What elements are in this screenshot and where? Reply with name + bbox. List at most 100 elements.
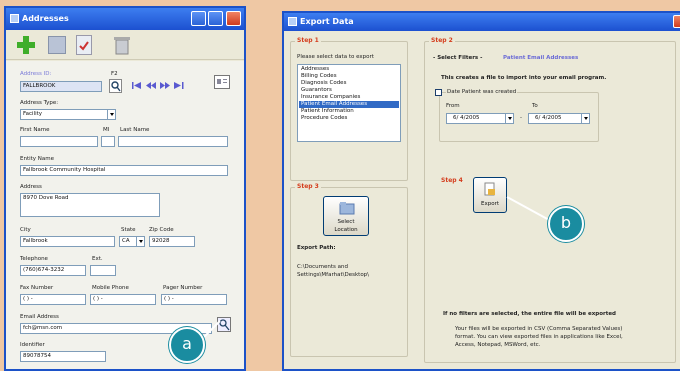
list-item[interactable]: Billing Codes (299, 73, 399, 80)
list-item-selected[interactable]: Patient Email Addresses (299, 101, 399, 108)
identifier-input[interactable]: 89078754 (20, 351, 106, 362)
to-label: To (532, 103, 538, 109)
export-button[interactable]: Export (473, 177, 507, 213)
city-input[interactable]: Fallbrook (20, 236, 115, 247)
callout-b-label: b (560, 213, 572, 232)
previous-record-icon[interactable] (146, 81, 156, 90)
entity-name-label: Entity Name (20, 156, 55, 162)
address-id-input[interactable]: FALLBROOK (20, 81, 102, 92)
fax-number-input[interactable]: ( ) - (20, 294, 86, 305)
filter-name: Patient Email Addresses (503, 55, 579, 61)
filters-label: - Select Filters - (433, 55, 483, 61)
last-record-icon[interactable] (174, 81, 184, 90)
chevron-down-icon[interactable] (136, 237, 144, 246)
to-date-value: 6/ 4/2005 (535, 115, 562, 121)
maximize-button[interactable] (208, 11, 223, 26)
callout-a: a (169, 327, 205, 363)
first-name-input[interactable] (20, 136, 98, 147)
edit-icon[interactable] (76, 35, 92, 55)
step1-group: Step 1 Please select data to export Addr… (290, 37, 408, 181)
telephone-label: Telephone (20, 256, 48, 262)
address-id-label: Address ID: (20, 71, 52, 77)
filter-description: This creates a file to import into your … (441, 75, 607, 81)
last-name-input[interactable] (118, 136, 228, 147)
step3-group: Step 3 Select Location Export Path: C:\D… (290, 183, 408, 357)
export-path-line1: C:\Documents and (297, 264, 349, 270)
window-icon (288, 17, 297, 26)
list-item[interactable]: Patient Information (299, 108, 399, 115)
save-icon[interactable] (48, 36, 66, 54)
step3-title: Step 3 (295, 183, 321, 190)
address-type-label: Address Type: (20, 100, 59, 106)
toolbar (6, 30, 244, 60)
last-name-label: Last Name (120, 127, 150, 133)
to-date-picker[interactable]: 6/ 4/2005 (528, 113, 590, 124)
step1-prompt: Please select data to export (297, 54, 374, 60)
address-type-select[interactable]: Facility (20, 109, 116, 120)
zip-code-label: Zip Code (149, 227, 174, 233)
state-label: State (121, 227, 136, 233)
select-label: Select (337, 219, 355, 225)
add-icon[interactable] (16, 35, 36, 55)
mi-label: MI (103, 127, 110, 133)
date-group-label: Date Patient was created (446, 89, 518, 95)
city-label: City (20, 227, 31, 233)
export-path-line2: Settings\Mfarhat\Desktop\ (297, 272, 370, 278)
list-item[interactable]: Guarantors (299, 87, 399, 94)
from-date-value: 6/ 4/2005 (453, 115, 480, 121)
step4-title: Step 4 (441, 177, 463, 184)
csv-note-line2: format. You can view exported files in a… (455, 334, 623, 340)
callout-b: b (548, 206, 584, 242)
pager-number-input[interactable]: ( ) - (161, 294, 227, 305)
identifier-label: Identifier (20, 342, 45, 348)
chevron-down-icon[interactable] (107, 110, 115, 119)
lookup-icon[interactable] (109, 79, 122, 93)
chevron-down-icon[interactable] (581, 114, 589, 123)
entity-name-input[interactable]: Fallbrook Community Hospital (20, 165, 228, 176)
folder-icon (339, 201, 355, 215)
minimize-button[interactable] (191, 11, 206, 26)
select-location-button[interactable]: Select Location (323, 196, 369, 236)
telephone-input[interactable]: (760)674-3232 (20, 265, 86, 276)
callout-a-label: a (182, 334, 192, 353)
close-button[interactable] (226, 11, 241, 26)
step2-title: Step 2 (429, 37, 455, 44)
date-filter-checkbox[interactable] (435, 89, 442, 96)
mobile-phone-input[interactable]: ( ) - (90, 294, 156, 305)
f2-label: F2 (111, 71, 118, 77)
address-label: Address (20, 184, 42, 190)
export-path-label: Export Path: (297, 245, 336, 251)
list-item[interactable]: Addresses (299, 66, 399, 73)
zip-code-input[interactable]: 92028 (149, 236, 195, 247)
no-filter-note: If no filters are selected, the entire f… (443, 311, 616, 317)
fax-number-label: Fax Number (20, 285, 54, 291)
address-input[interactable]: 8970 Dove Road (20, 193, 160, 217)
step1-title: Step 1 (295, 37, 321, 44)
state-select[interactable]: CA (119, 236, 145, 247)
close-button[interactable] (673, 15, 680, 28)
data-type-list[interactable]: Addresses Billing Codes Diagnosis Codes … (297, 64, 401, 142)
list-item[interactable]: Insurance Companies (299, 94, 399, 101)
contact-card-icon[interactable] (214, 75, 230, 89)
list-item[interactable]: Procedure Codes (299, 115, 399, 122)
export-file-icon (484, 182, 496, 196)
window-title: Export Data (300, 17, 354, 26)
date-range-dash: - (520, 115, 522, 121)
date-filter-group: Date Patient was created From To 6/ 4/20… (435, 89, 599, 142)
next-record-icon[interactable] (160, 81, 170, 90)
addresses-window: Addresses Address ID: F2 FALLBROOK Addre… (4, 6, 246, 371)
address-type-value: Facility (23, 111, 43, 117)
delete-icon[interactable] (112, 34, 132, 56)
ext-input[interactable] (90, 265, 116, 276)
pager-number-label: Pager Number (163, 285, 203, 291)
ext-label: Ext. (92, 256, 103, 262)
first-name-label: First Name (20, 127, 50, 133)
title-bar: Addresses (6, 8, 244, 30)
first-record-icon[interactable] (132, 81, 142, 90)
list-item[interactable]: Diagnosis Codes (299, 80, 399, 87)
mi-input[interactable] (101, 136, 115, 147)
csv-note-line1: Your files will be exported in CSV (Comm… (455, 326, 623, 332)
export-label: Export (480, 201, 499, 207)
chevron-down-icon[interactable] (505, 114, 513, 123)
from-date-picker[interactable]: 6/ 4/2005 (446, 113, 514, 124)
